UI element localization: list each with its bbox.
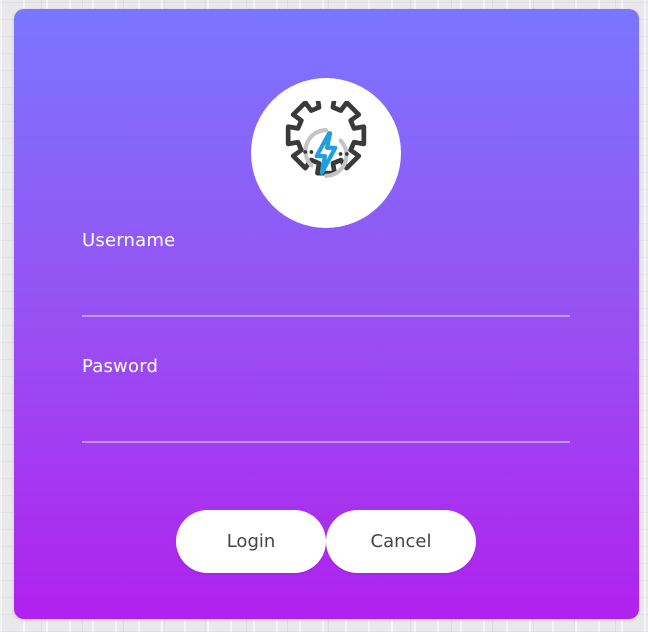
password-input[interactable] bbox=[82, 407, 570, 443]
username-label: Username bbox=[82, 230, 176, 251]
login-button[interactable]: Login bbox=[176, 510, 326, 573]
gear-lightning-icon bbox=[285, 101, 367, 178]
username-input[interactable] bbox=[82, 281, 570, 317]
app-logo bbox=[251, 78, 401, 228]
cancel-button[interactable]: Cancel bbox=[326, 510, 476, 573]
password-label: Pasword bbox=[82, 356, 159, 377]
login-card: Username Pasword Login Cancel bbox=[14, 9, 639, 619]
